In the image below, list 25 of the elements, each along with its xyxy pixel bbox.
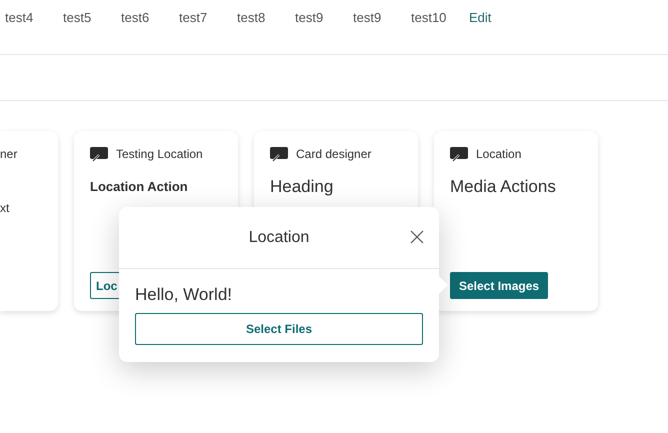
popover-title: Location xyxy=(248,228,310,246)
card-heading: Heading xyxy=(270,177,334,197)
card-source: ner xyxy=(0,147,18,161)
monitor-pen-icon xyxy=(270,146,288,162)
popover-heading: Hello, World! xyxy=(135,285,233,305)
nav-link[interactable]: test10 xyxy=(411,10,469,24)
card-heading: Media Actions xyxy=(450,177,557,197)
nav-link[interactable]: test8 xyxy=(237,10,295,24)
card-action-button[interactable]: Select Images xyxy=(450,272,548,299)
card-heading: Location Action xyxy=(90,179,189,194)
card-source: Location xyxy=(476,147,522,161)
card-text: xt xyxy=(0,201,10,215)
monitor-pen-icon xyxy=(450,146,468,162)
nav-link[interactable]: test4 xyxy=(5,10,63,24)
monitor-pen-icon xyxy=(90,146,108,162)
select-files-button[interactable]: Select Files xyxy=(135,313,423,345)
nav-link[interactable]: test6 xyxy=(121,10,179,24)
nav-link[interactable]: test9 xyxy=(295,10,353,24)
close-button[interactable] xyxy=(409,229,425,245)
nav-link[interactable]: test9 xyxy=(353,10,411,24)
nav-link[interactable]: test7 xyxy=(179,10,237,24)
card-source: Testing Location xyxy=(116,147,203,161)
card-source: Card designer xyxy=(296,147,372,161)
edit-link[interactable]: Edit xyxy=(469,10,492,24)
nav-link[interactable]: test5 xyxy=(63,10,121,24)
